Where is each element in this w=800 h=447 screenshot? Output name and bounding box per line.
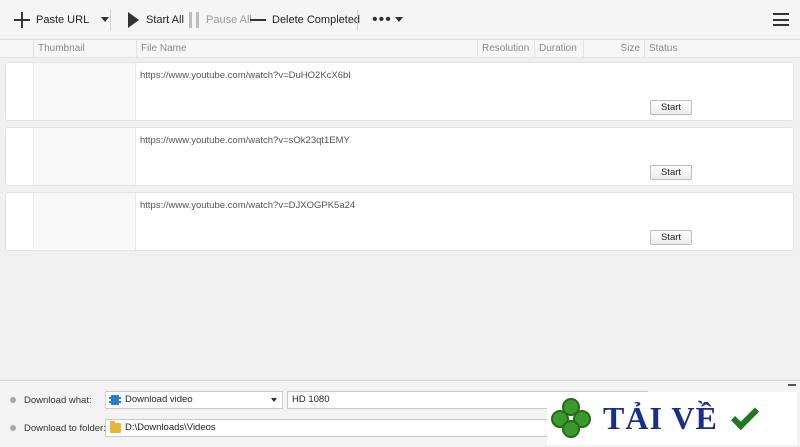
download-list[interactable]: https://www.youtube.com/watch?v=DuHO2KcX… [0, 58, 800, 380]
paste-url-button[interactable]: Paste URL [14, 0, 110, 40]
delete-completed-label: Delete Completed [272, 13, 361, 26]
watermark-logo: TẢI VỀ [547, 392, 797, 445]
column-file-name[interactable]: File Name [136, 40, 477, 58]
chevron-down-icon[interactable] [101, 17, 110, 22]
item-url: https://www.youtube.com/watch?v=DJXOGPK5… [140, 200, 356, 211]
bullet-icon [10, 397, 16, 403]
item-thumbnail [34, 128, 136, 185]
plus-icon [14, 11, 30, 28]
item-checkbox-cell[interactable] [6, 128, 34, 185]
toolbar-divider [110, 10, 111, 30]
download-folder-value: D:\Downloads\Videos [125, 422, 216, 433]
pause-all-label: Pause All [206, 13, 252, 26]
download-folder-label: Download to folder: [24, 423, 106, 434]
pause-icon [189, 11, 199, 28]
start-all-button[interactable]: Start All [128, 0, 184, 40]
paste-url-label: Paste URL [36, 13, 90, 26]
item-url: https://www.youtube.com/watch?v=sOk23qt1… [140, 135, 350, 146]
column-duration[interactable]: Duration [534, 40, 583, 58]
chevron-down-icon[interactable] [271, 398, 277, 402]
bullet-icon [10, 425, 16, 431]
film-icon [109, 395, 121, 405]
column-checkbox[interactable] [0, 40, 33, 58]
download-what-label: Download what: [24, 395, 92, 406]
download-type-select[interactable]: Download video [105, 391, 283, 409]
delete-completed-button[interactable]: Delete Completed [250, 0, 360, 40]
play-icon [128, 11, 139, 28]
panel-resize-grip[interactable] [788, 384, 796, 386]
item-checkbox-cell[interactable] [6, 193, 34, 250]
start-button[interactable]: Start [650, 100, 692, 115]
minus-icon [250, 18, 266, 21]
download-item[interactable]: https://www.youtube.com/watch?v=sOk23qt1… [5, 127, 794, 186]
toolbar-divider [357, 10, 358, 30]
toolbar: Paste URL Start All Pause All Delete Com… [0, 0, 800, 40]
hamburger-menu-icon[interactable] [773, 13, 789, 26]
quality-value: HD 1080 [292, 394, 330, 405]
clover-icon [551, 397, 593, 440]
item-url: https://www.youtube.com/watch?v=DuHO2KcX… [140, 70, 351, 81]
clover-leaf [562, 419, 580, 438]
start-button[interactable]: Start [650, 230, 692, 245]
download-folder-field[interactable]: D:\Downloads\Videos [105, 419, 550, 437]
more-options-button[interactable]: ••• [372, 0, 403, 40]
start-all-label: Start All [146, 13, 184, 26]
item-thumbnail [34, 63, 136, 120]
watermark-text: TẢI VỀ [603, 400, 718, 436]
pause-all-button[interactable]: Pause All [189, 0, 252, 40]
download-item[interactable]: https://www.youtube.com/watch?v=DJXOGPK5… [5, 192, 794, 251]
column-header-row: Thumbnail File Name Resolution Duration … [0, 40, 800, 58]
column-size[interactable]: Size [583, 40, 644, 58]
column-status[interactable]: Status [644, 40, 800, 58]
chevron-down-icon [394, 17, 403, 22]
column-resolution[interactable]: Resolution [477, 40, 534, 58]
item-checkbox-cell[interactable] [6, 63, 34, 120]
checkmark-icon [730, 401, 759, 430]
start-button[interactable]: Start [650, 165, 692, 180]
folder-icon [110, 421, 121, 433]
item-thumbnail [34, 193, 136, 250]
download-type-value: Download video [125, 394, 193, 405]
column-thumbnail[interactable]: Thumbnail [33, 40, 136, 58]
download-item[interactable]: https://www.youtube.com/watch?v=DuHO2KcX… [5, 62, 794, 121]
more-dots-icon: ••• [372, 10, 392, 28]
